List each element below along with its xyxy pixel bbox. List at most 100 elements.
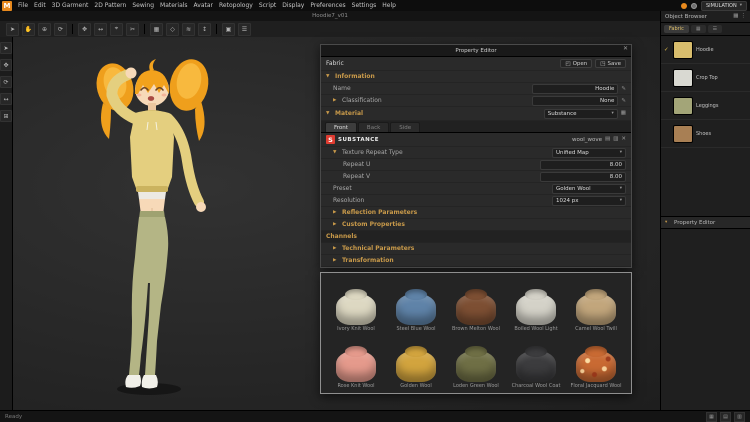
tab-fabric[interactable]: Fabric (664, 25, 689, 33)
material-thumbnail[interactable]: Golden Wool (387, 334, 445, 389)
fabric-list-item-croptop[interactable]: Crop Top (661, 64, 750, 92)
menu-file[interactable]: File (18, 2, 28, 9)
menu-retopology[interactable]: Retopology (219, 2, 253, 9)
menu-3d-garment[interactable]: 3D Garment (52, 2, 89, 9)
menu-edit[interactable]: Edit (34, 2, 46, 9)
rotate-gizmo-icon[interactable]: ⟳ (0, 76, 12, 88)
menu-preferences[interactable]: Preferences (310, 2, 345, 9)
frame-all-icon[interactable]: ⊞ (0, 110, 12, 122)
save-button[interactable]: ◳ Save (595, 59, 626, 68)
classification-field[interactable]: None (532, 95, 619, 106)
fabric-list-item-leggings[interactable]: Leggings (661, 92, 750, 120)
material-thumbnail[interactable]: Floral Jacquard Wool (567, 334, 625, 389)
material-thumbnail[interactable]: Ivory Knit Wool (327, 277, 385, 332)
edit-pencil-icon[interactable]: ✎ (621, 86, 626, 92)
material-library-icon[interactable]: ▦ (621, 110, 626, 117)
custom-properties-header[interactable]: ▶ Custom Properties (321, 219, 631, 231)
texture-repeat-label: Texture Repeat Type (342, 149, 403, 156)
link-icon[interactable]: ▥ (613, 136, 618, 143)
menu-2d-pattern[interactable]: 2D Pattern (94, 2, 126, 9)
sewing-tool-icon[interactable]: ≋ (182, 22, 195, 36)
tab-side[interactable]: Side (390, 122, 421, 132)
fabric-swatch (673, 124, 693, 143)
avatar-character[interactable] (53, 39, 253, 401)
material-thumbnail[interactable]: Charcoal Wool Coat (507, 334, 565, 389)
material-thumbnail[interactable]: Boiled Wool Light (507, 277, 565, 332)
grid-view-icon[interactable]: ▦ (733, 13, 738, 20)
tab-arrangement-icon[interactable]: ▦ (690, 25, 706, 33)
pin-tool-icon[interactable]: ⌖ (110, 22, 123, 36)
material-thumbnail[interactable]: Loden Green Wool (447, 334, 505, 389)
resolution-value: 1024 px (556, 197, 579, 204)
custom-properties-label: Custom Properties (342, 221, 405, 228)
sync-status-icon[interactable] (690, 2, 697, 9)
scale-gizmo-icon[interactable]: ↔ (0, 93, 12, 105)
technical-parameters-header[interactable]: ▶ Technical Parameters (321, 243, 631, 255)
triangle-expanded-icon[interactable]: ▼ (333, 150, 339, 155)
tab-back[interactable]: Back (357, 122, 390, 132)
transformation-header[interactable]: ▶ Transformation (321, 255, 631, 267)
options-tool-icon[interactable]: ☰ (238, 22, 251, 36)
material-thumbnail[interactable]: Brown Melton Wool (447, 277, 505, 332)
repeat-u-field[interactable]: 8.00 (540, 159, 626, 170)
menu-settings[interactable]: Settings (352, 2, 377, 9)
copy-icon[interactable]: ▤ (605, 136, 610, 143)
close-icon[interactable]: ✕ (623, 46, 628, 52)
menu-script[interactable]: Script (259, 2, 276, 9)
tab-list-icon[interactable]: ☰ (707, 25, 723, 33)
zoom-tool-icon[interactable]: ⊕ (38, 22, 51, 36)
edit-pencil-icon[interactable]: ✎ (621, 98, 626, 104)
tab-front[interactable]: Front (325, 122, 357, 132)
resolution-select[interactable]: 1024 px ▾ (552, 195, 626, 206)
layout-split-icon[interactable]: ▤ (720, 411, 731, 422)
preset-select[interactable]: Golden Wool ▾ (552, 183, 626, 194)
menu-avatar[interactable]: Avatar (194, 2, 213, 9)
rotate-view-tool-icon[interactable]: ⟳ (54, 22, 67, 36)
preset-label: Preset (333, 185, 352, 192)
pan-tool-icon[interactable]: ✋ (22, 22, 35, 36)
more-options-icon[interactable]: ⋮ (741, 13, 747, 20)
material-thumbnail[interactable]: Camel Wool Twill (567, 277, 625, 332)
triangle-collapsed-icon[interactable]: ▶ (333, 98, 339, 103)
menu-help[interactable]: Help (382, 2, 396, 9)
reflection-parameters-header[interactable]: ▶ Reflection Parameters (321, 207, 631, 219)
object-browser-header[interactable]: Object Browser ▦ ⋮ (661, 11, 750, 23)
layers-tool-icon[interactable]: ▣ (222, 22, 235, 36)
fabric-list-item-hoodie[interactable]: ✓ Hoodie (661, 36, 750, 64)
material-type-select[interactable]: Substance ▾ (543, 108, 618, 119)
name-field[interactable]: Hoodie (532, 83, 619, 94)
select-tool-icon[interactable]: ➤ (6, 22, 19, 36)
material-thumbnail[interactable]: Rose Knit Wool (327, 334, 385, 389)
property-editor-titlebar[interactable]: Property Editor ✕ (321, 45, 631, 57)
menu-display[interactable]: Display (282, 2, 304, 9)
account-avatar-icon[interactable] (680, 2, 687, 9)
menu-sewing[interactable]: Sewing (132, 2, 154, 9)
scale-tool-icon[interactable]: ↔ (94, 22, 107, 36)
menu-materials[interactable]: Materials (160, 2, 188, 9)
fabric-name: Leggings (696, 102, 719, 109)
texture-repeat-select[interactable]: Unified Map ▾ (552, 147, 626, 158)
layout-single-icon[interactable]: ▥ (734, 411, 745, 422)
layout-grid-icon[interactable]: ▦ (706, 411, 717, 422)
fabric-list-item-shoes[interactable]: Shoes (661, 120, 750, 148)
material-section-header[interactable]: ▼ Material Substance ▾ ▦ (321, 107, 631, 121)
channels-section-header[interactable]: Channels (321, 231, 631, 243)
repeat-v-field[interactable]: 8.00 (540, 171, 626, 182)
information-section-header[interactable]: ▼ Information (321, 71, 631, 83)
property-editor-collapsed-header[interactable]: ▾ Property Editor (661, 216, 750, 229)
open-button[interactable]: ◰ Open (560, 59, 593, 68)
measure-tool-icon[interactable]: ↕ (198, 22, 211, 36)
triangle-collapsed-icon: ▶ (333, 210, 337, 215)
substance-row: S SUBSTANCE wool_wove ▤ ▥ ✕ (321, 133, 631, 147)
pattern-tool-icon[interactable]: ◇ (166, 22, 179, 36)
delete-icon[interactable]: ✕ (621, 136, 626, 143)
grid-tool-icon[interactable]: ▦ (150, 22, 163, 36)
cursor-tool-icon[interactable]: ➤ (0, 42, 12, 54)
simulation-mode-selector[interactable]: SIMULATION ▾ (700, 0, 747, 11)
name-row: Name Hoodie ✎ (321, 83, 631, 95)
material-thumbnail[interactable]: Steel Blue Wool (387, 277, 445, 332)
move-tool-icon[interactable]: ✥ (78, 22, 91, 36)
scissors-tool-icon[interactable]: ✂ (126, 22, 139, 36)
move-gizmo-icon[interactable]: ✥ (0, 59, 12, 71)
material-name: Golden Wool (400, 382, 432, 389)
